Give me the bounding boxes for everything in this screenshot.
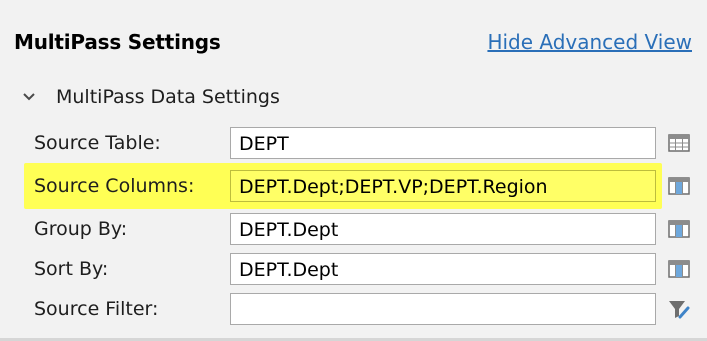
column-picker-icon[interactable] (668, 176, 690, 196)
sort-by-label: Sort By: (34, 258, 109, 280)
column-picker-icon[interactable] (668, 259, 690, 279)
source-columns-row: Source Columns: (0, 167, 707, 205)
hide-advanced-view-link[interactable]: Hide Advanced View (487, 30, 692, 54)
section-title: MultiPass Data Settings (56, 86, 280, 108)
group-by-field[interactable] (230, 213, 656, 245)
source-table-field[interactable] (230, 127, 656, 159)
source-table-label: Source Table: (34, 132, 161, 154)
source-filter-label: Source Filter: (34, 298, 159, 320)
sort-by-field[interactable] (230, 253, 656, 285)
source-filter-field[interactable] (230, 293, 656, 325)
source-columns-field[interactable] (230, 170, 656, 202)
source-columns-label: Source Columns: (34, 175, 195, 197)
filter-edit-icon[interactable] (668, 299, 690, 319)
group-by-label: Group By: (34, 218, 128, 240)
sort-by-row: Sort By: (0, 250, 707, 288)
source-filter-row: Source Filter: (0, 290, 707, 328)
panel-title: MultiPass Settings (14, 30, 221, 54)
chevron-down-icon[interactable] (22, 90, 36, 104)
multipass-settings-panel: MultiPass Settings Hide Advanced View Mu… (0, 0, 707, 341)
source-table-row: Source Table: (0, 124, 707, 162)
group-by-row: Group By: (0, 210, 707, 248)
section-header-multipass-data-settings[interactable]: MultiPass Data Settings (22, 86, 280, 108)
column-picker-icon[interactable] (668, 219, 690, 239)
table-picker-icon[interactable] (668, 133, 690, 153)
